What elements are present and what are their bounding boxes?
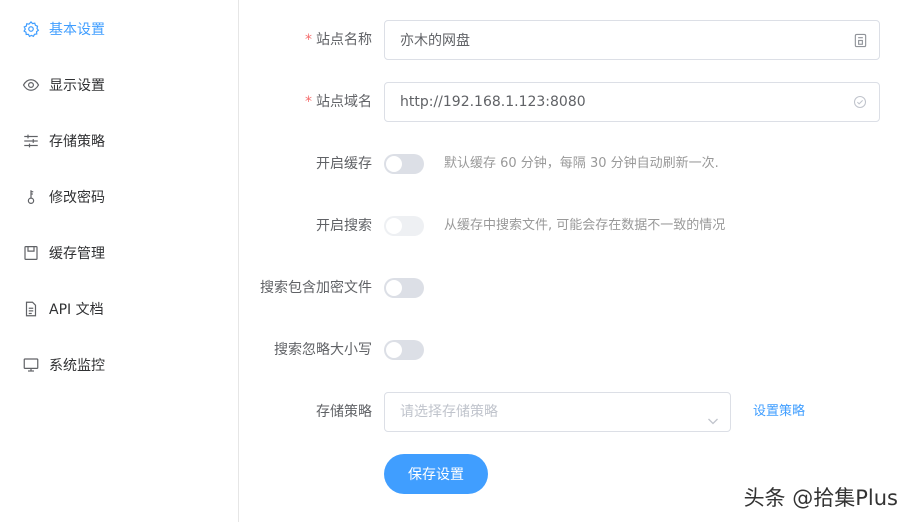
keyboard-icon (852, 32, 868, 48)
key-icon (22, 188, 40, 206)
document-icon (22, 300, 40, 318)
sidebar-item-label: 基本设置 (49, 22, 105, 38)
sidebar-item-basic-settings[interactable]: 基本设置 (22, 17, 105, 41)
site-domain-input[interactable] (384, 82, 880, 122)
search-encrypted-label: 搜索包含加密文件 (260, 280, 372, 296)
select-placeholder: 请选择存储策略 (400, 404, 498, 420)
sidebar-item-change-password[interactable]: 修改密码 (22, 185, 105, 209)
save-settings-button[interactable]: 保存设置 (384, 454, 488, 494)
site-name-label: * 站点名称 (305, 32, 372, 48)
sidebar-item-label: API 文档 (49, 302, 104, 318)
sidebar-item-label: 修改密码 (49, 190, 105, 206)
switch-knob (386, 218, 402, 234)
eye-icon (22, 76, 40, 94)
check-circle-icon (852, 94, 868, 110)
site-name-row: * 站点名称 (240, 20, 912, 60)
sliders-icon (22, 132, 40, 150)
enable-search-hint: 从缓存中搜索文件, 可能会存在数据不一致的情况 (444, 218, 726, 233)
site-domain-row: * 站点域名 (240, 82, 912, 122)
site-domain-label: * 站点域名 (305, 94, 372, 110)
sidebar-item-label: 显示设置 (49, 78, 105, 94)
save-icon (22, 244, 40, 262)
sidebar-item-api-docs[interactable]: API 文档 (22, 297, 104, 321)
sidebar-item-label: 存储策略 (49, 134, 105, 150)
watermark: 头条 @拾集Plus (743, 486, 898, 510)
enable-search-row: 开启搜索 从缓存中搜索文件, 可能会存在数据不一致的情况 (240, 206, 912, 246)
enable-cache-row: 开启缓存 默认缓存 60 分钟，每隔 30 分钟自动刷新一次. (240, 144, 912, 184)
sidebar-item-label: 缓存管理 (49, 246, 105, 262)
storage-strategy-label: 存储策略 (316, 404, 372, 420)
storage-strategy-select[interactable]: 请选择存储策略 (384, 392, 731, 432)
gear-icon (22, 20, 40, 38)
required-mark: * (305, 94, 312, 110)
enable-cache-hint: 默认缓存 60 分钟，每隔 30 分钟自动刷新一次. (444, 156, 719, 171)
switch-knob (386, 280, 402, 296)
sidebar-item-storage-strategy[interactable]: 存储策略 (22, 129, 105, 153)
site-name-input[interactable] (384, 20, 880, 60)
search-ignore-case-switch[interactable] (384, 340, 424, 360)
storage-strategy-row: 存储策略 请选择存储策略 设置策略 (240, 392, 912, 432)
search-encrypted-switch[interactable] (384, 278, 424, 298)
switch-knob (386, 342, 402, 358)
set-strategy-link[interactable]: 设置策略 (753, 392, 805, 432)
sidebar: 基本设置 显示设置 存储策略 修改密码 缓存管理 API 文档 系统监控 (0, 0, 239, 522)
enable-cache-switch[interactable] (384, 154, 424, 174)
switch-knob (386, 156, 402, 172)
sidebar-item-cache-management[interactable]: 缓存管理 (22, 241, 105, 265)
search-encrypted-row: 搜索包含加密文件 (240, 268, 912, 308)
settings-form: *站点名称 *站点域名 开启缓存 默认缓存 60 分钟，每隔 30 分钟自动刷新… (240, 0, 912, 522)
enable-search-label: 开启搜索 (316, 218, 372, 234)
chevron-down-icon (706, 405, 720, 425)
monitor-icon (22, 356, 40, 374)
required-mark: * (305, 32, 312, 48)
sidebar-item-system-monitor[interactable]: 系统监控 (22, 353, 105, 377)
sidebar-item-label: 系统监控 (49, 358, 105, 374)
search-ignore-case-row: 搜索忽略大小写 (240, 330, 912, 370)
enable-search-switch[interactable] (384, 216, 424, 236)
enable-cache-label: 开启缓存 (316, 156, 372, 172)
sidebar-item-display-settings[interactable]: 显示设置 (22, 73, 105, 97)
search-ignore-case-label: 搜索忽略大小写 (274, 342, 372, 358)
